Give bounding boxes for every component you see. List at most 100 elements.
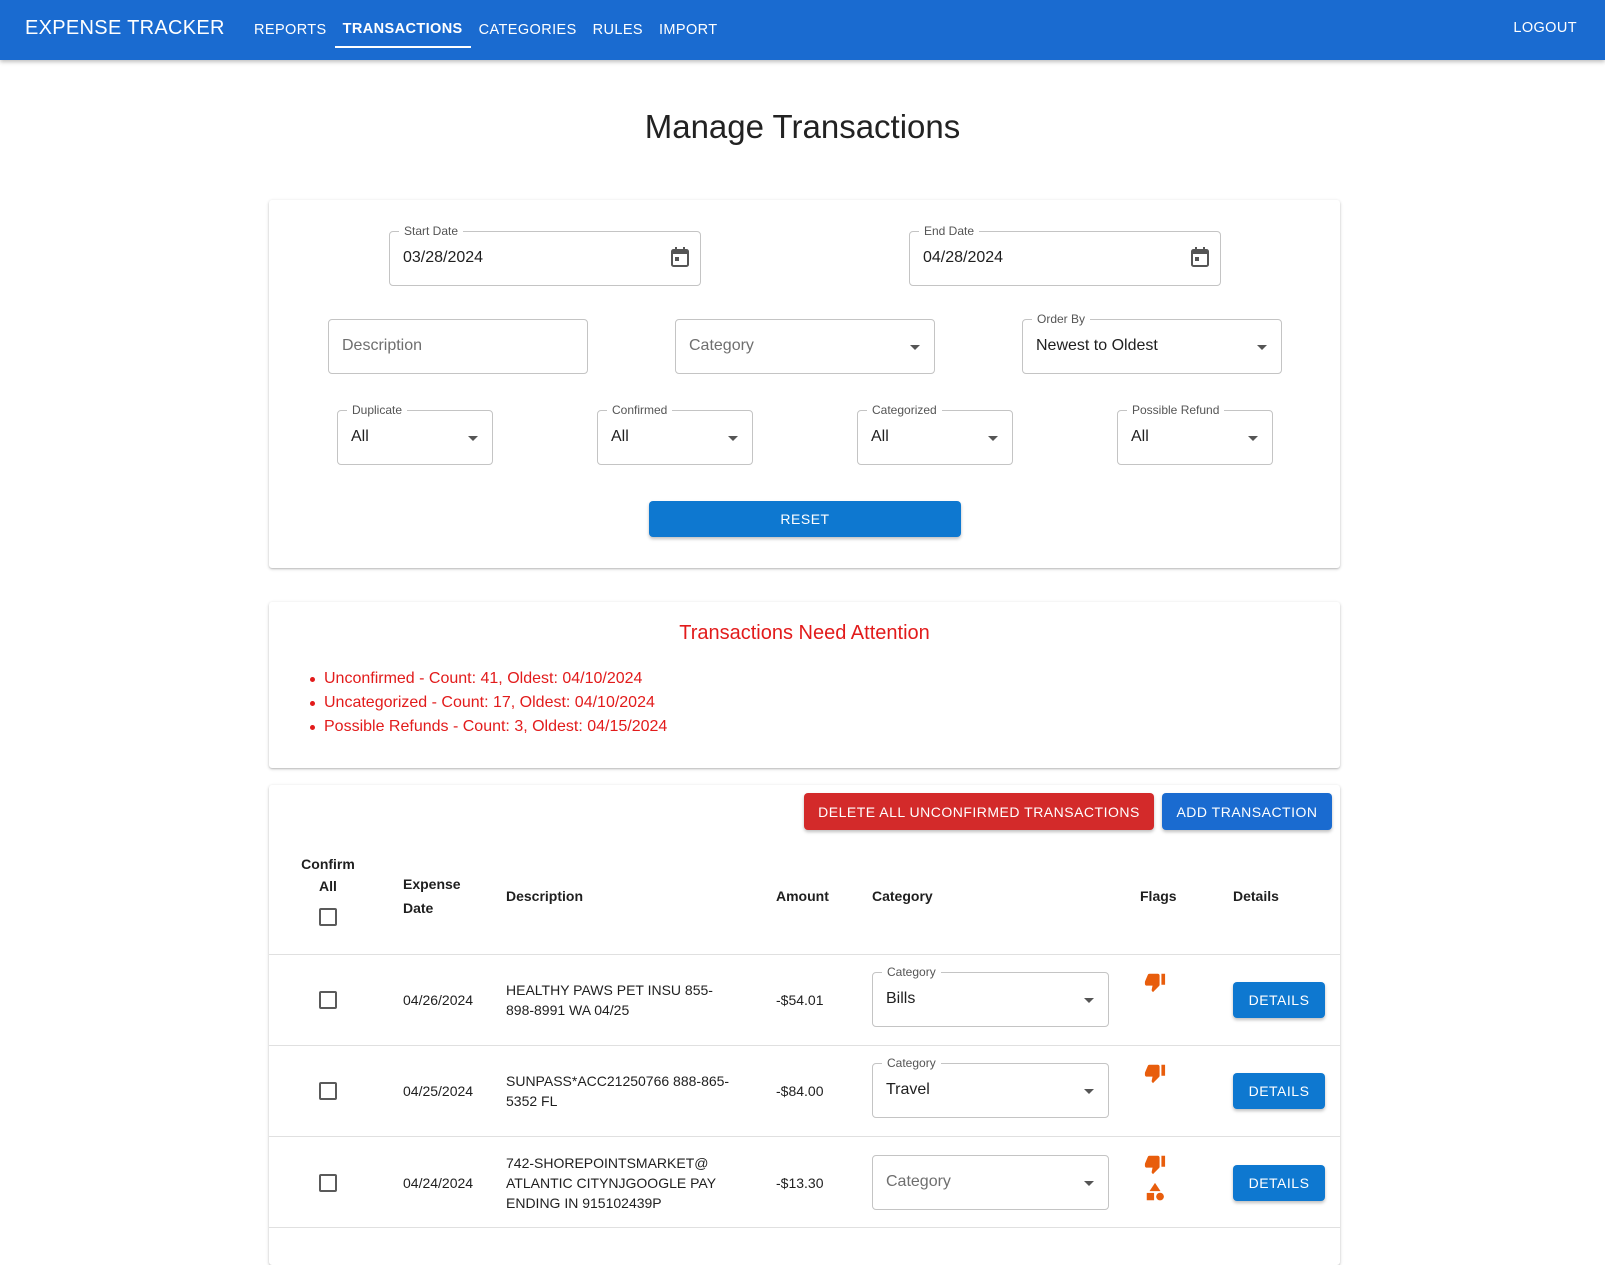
header-all-text: All bbox=[319, 878, 337, 894]
confirm-checkbox[interactable] bbox=[319, 1082, 337, 1100]
details-button[interactable]: DETAILS bbox=[1233, 1073, 1325, 1109]
confirm-checkbox[interactable] bbox=[319, 1174, 337, 1192]
header-category: Category bbox=[872, 888, 933, 904]
category-filter-select[interactable]: Category bbox=[675, 319, 935, 374]
description-line: ATLANTIC CITYNJGOOGLE PAY bbox=[506, 1175, 717, 1191]
description-line: ENDING IN 915102439P bbox=[506, 1195, 662, 1211]
nav-reports[interactable]: REPORTS bbox=[246, 0, 335, 60]
chevron-down-icon bbox=[468, 436, 478, 441]
order-by-select[interactable]: Order By Newest to Oldest bbox=[1022, 311, 1282, 374]
header-amount: Amount bbox=[776, 888, 829, 904]
header-expense-text: Expense bbox=[403, 876, 461, 892]
expense-date: 04/25/2024 bbox=[403, 1083, 474, 1099]
end-date-label: End Date bbox=[919, 223, 980, 239]
attention-list: Unconfirmed - Count: 41, Oldest: 04/10/2… bbox=[309, 667, 667, 739]
transaction-description: SUNPASS*ACC21250766 888-865- 5352 FL bbox=[506, 1071, 729, 1111]
details-button[interactable]: DETAILS bbox=[1233, 982, 1325, 1018]
description-placeholder: Description bbox=[342, 337, 423, 354]
order-by-label: Order By bbox=[1032, 311, 1091, 327]
confirmed-label: Confirmed bbox=[607, 402, 673, 418]
duplicate-value: All bbox=[351, 428, 369, 445]
thumbs-down-icon[interactable] bbox=[1144, 1153, 1166, 1175]
table-row: 04/24/2024 742-SHOREPOINTSMARKET@ ATLANT… bbox=[269, 1136, 1340, 1228]
chevron-down-icon bbox=[728, 436, 738, 441]
transaction-description: HEALTHY PAWS PET INSU 855- 898-8991 WA 0… bbox=[506, 980, 713, 1020]
chevron-down-icon bbox=[1084, 998, 1094, 1003]
categorized-label: Categorized bbox=[867, 402, 942, 418]
logout-button[interactable]: LOGOUT bbox=[1513, 20, 1577, 36]
header-flags: Flags bbox=[1140, 888, 1177, 904]
category-select-value: Bills bbox=[886, 990, 916, 1007]
confirmed-select[interactable]: Confirmed All bbox=[597, 402, 753, 465]
table-row: 04/26/2024 HEALTHY PAWS PET INSU 855- 89… bbox=[269, 954, 1340, 1045]
shapes-icon[interactable] bbox=[1144, 1181, 1166, 1203]
header-details: Details bbox=[1233, 888, 1279, 904]
expense-date: 04/26/2024 bbox=[403, 992, 474, 1008]
chevron-down-icon bbox=[1248, 436, 1258, 441]
description-line: 5352 FL bbox=[506, 1093, 558, 1109]
chevron-down-icon bbox=[1084, 1089, 1094, 1094]
app-bar: EXPENSE TRACKER REPORTS TRANSACTIONS CAT… bbox=[0, 0, 1605, 60]
confirm-checkbox[interactable] bbox=[319, 991, 337, 1009]
filters-card: Start Date 03/28/2024 End Date 04/28/202… bbox=[269, 200, 1340, 568]
description-line: SUNPASS*ACC21250766 888-865- bbox=[506, 1073, 730, 1089]
attention-title: Transactions Need Attention bbox=[679, 622, 930, 644]
attention-item-refunds: Possible Refunds - Count: 3, Oldest: 04/… bbox=[309, 715, 667, 739]
chevron-down-icon bbox=[910, 345, 920, 350]
reset-button[interactable]: RESET bbox=[649, 501, 961, 537]
category-select[interactable]: Category Travel bbox=[872, 1055, 1109, 1118]
category-select-label: Category bbox=[882, 964, 941, 980]
chevron-down-icon bbox=[1084, 1181, 1094, 1186]
header-confirm-all: Confirm All bbox=[300, 853, 356, 897]
transaction-amount: -$84.00 bbox=[776, 1083, 824, 1099]
header-confirm-text: Confirm bbox=[301, 856, 355, 872]
header-date-text: Date bbox=[403, 900, 434, 916]
chevron-down-icon bbox=[1257, 345, 1267, 350]
start-date-field[interactable]: Start Date 03/28/2024 bbox=[389, 223, 701, 286]
nav-transactions[interactable]: TRANSACTIONS bbox=[334, 0, 471, 60]
nav-import[interactable]: IMPORT bbox=[651, 0, 726, 60]
category-select[interactable]: Category bbox=[872, 1155, 1109, 1210]
category-select[interactable]: Category Bills bbox=[872, 964, 1109, 1027]
order-by-value: Newest to Oldest bbox=[1036, 337, 1158, 354]
add-transaction-button[interactable]: ADD TRANSACTION bbox=[1162, 793, 1332, 830]
description-line: 898-8991 WA 04/25 bbox=[506, 1002, 630, 1018]
expense-date: 04/24/2024 bbox=[403, 1175, 474, 1191]
transaction-amount: -$54.01 bbox=[776, 992, 824, 1008]
description-line: HEALTHY PAWS PET INSU 855- bbox=[506, 982, 713, 998]
transaction-amount: -$13.30 bbox=[776, 1175, 824, 1191]
header-expense-date: Expense Date bbox=[403, 873, 461, 919]
nav-categories[interactable]: CATEGORIES bbox=[471, 0, 585, 60]
possible-refund-label: Possible Refund bbox=[1127, 402, 1225, 418]
main-nav: REPORTS TRANSACTIONS CATEGORIES RULES IM… bbox=[246, 0, 726, 60]
category-select-label: Category bbox=[882, 1055, 941, 1071]
categorized-select[interactable]: Categorized All bbox=[857, 402, 1013, 465]
confirmed-value: All bbox=[611, 428, 629, 445]
nav-rules[interactable]: RULES bbox=[585, 0, 651, 60]
transactions-card: DELETE ALL UNCONFIRMED TRANSACTIONS ADD … bbox=[269, 785, 1340, 1265]
end-date-value: 04/28/2024 bbox=[923, 249, 1004, 266]
transaction-description: 742-SHOREPOINTSMARKET@ ATLANTIC CITYNJGO… bbox=[506, 1153, 716, 1213]
details-button[interactable]: DETAILS bbox=[1233, 1165, 1325, 1201]
categorized-value: All bbox=[871, 428, 889, 445]
calendar-icon[interactable] bbox=[1190, 246, 1210, 268]
thumbs-down-icon[interactable] bbox=[1144, 971, 1166, 993]
attention-item-uncategorized: Uncategorized - Count: 17, Oldest: 04/10… bbox=[309, 691, 667, 715]
chevron-down-icon bbox=[988, 436, 998, 441]
duplicate-label: Duplicate bbox=[347, 402, 408, 418]
end-date-field[interactable]: End Date 04/28/2024 bbox=[909, 223, 1221, 286]
possible-refund-select[interactable]: Possible Refund All bbox=[1117, 402, 1273, 465]
description-input[interactable]: Description bbox=[328, 319, 588, 374]
start-date-value: 03/28/2024 bbox=[403, 249, 484, 266]
start-date-label: Start Date bbox=[399, 223, 464, 239]
thumbs-down-icon[interactable] bbox=[1144, 1062, 1166, 1084]
category-select-placeholder: Category bbox=[886, 1173, 951, 1190]
calendar-icon[interactable] bbox=[670, 246, 690, 268]
confirm-all-checkbox[interactable] bbox=[319, 908, 337, 926]
page-title: Manage Transactions bbox=[644, 108, 961, 145]
duplicate-select[interactable]: Duplicate All bbox=[337, 402, 493, 465]
possible-refund-value: All bbox=[1131, 428, 1149, 445]
delete-unconfirmed-button[interactable]: DELETE ALL UNCONFIRMED TRANSACTIONS bbox=[804, 793, 1154, 830]
brand-title[interactable]: EXPENSE TRACKER bbox=[25, 17, 225, 40]
description-line: 742-SHOREPOINTSMARKET@ bbox=[506, 1155, 709, 1171]
